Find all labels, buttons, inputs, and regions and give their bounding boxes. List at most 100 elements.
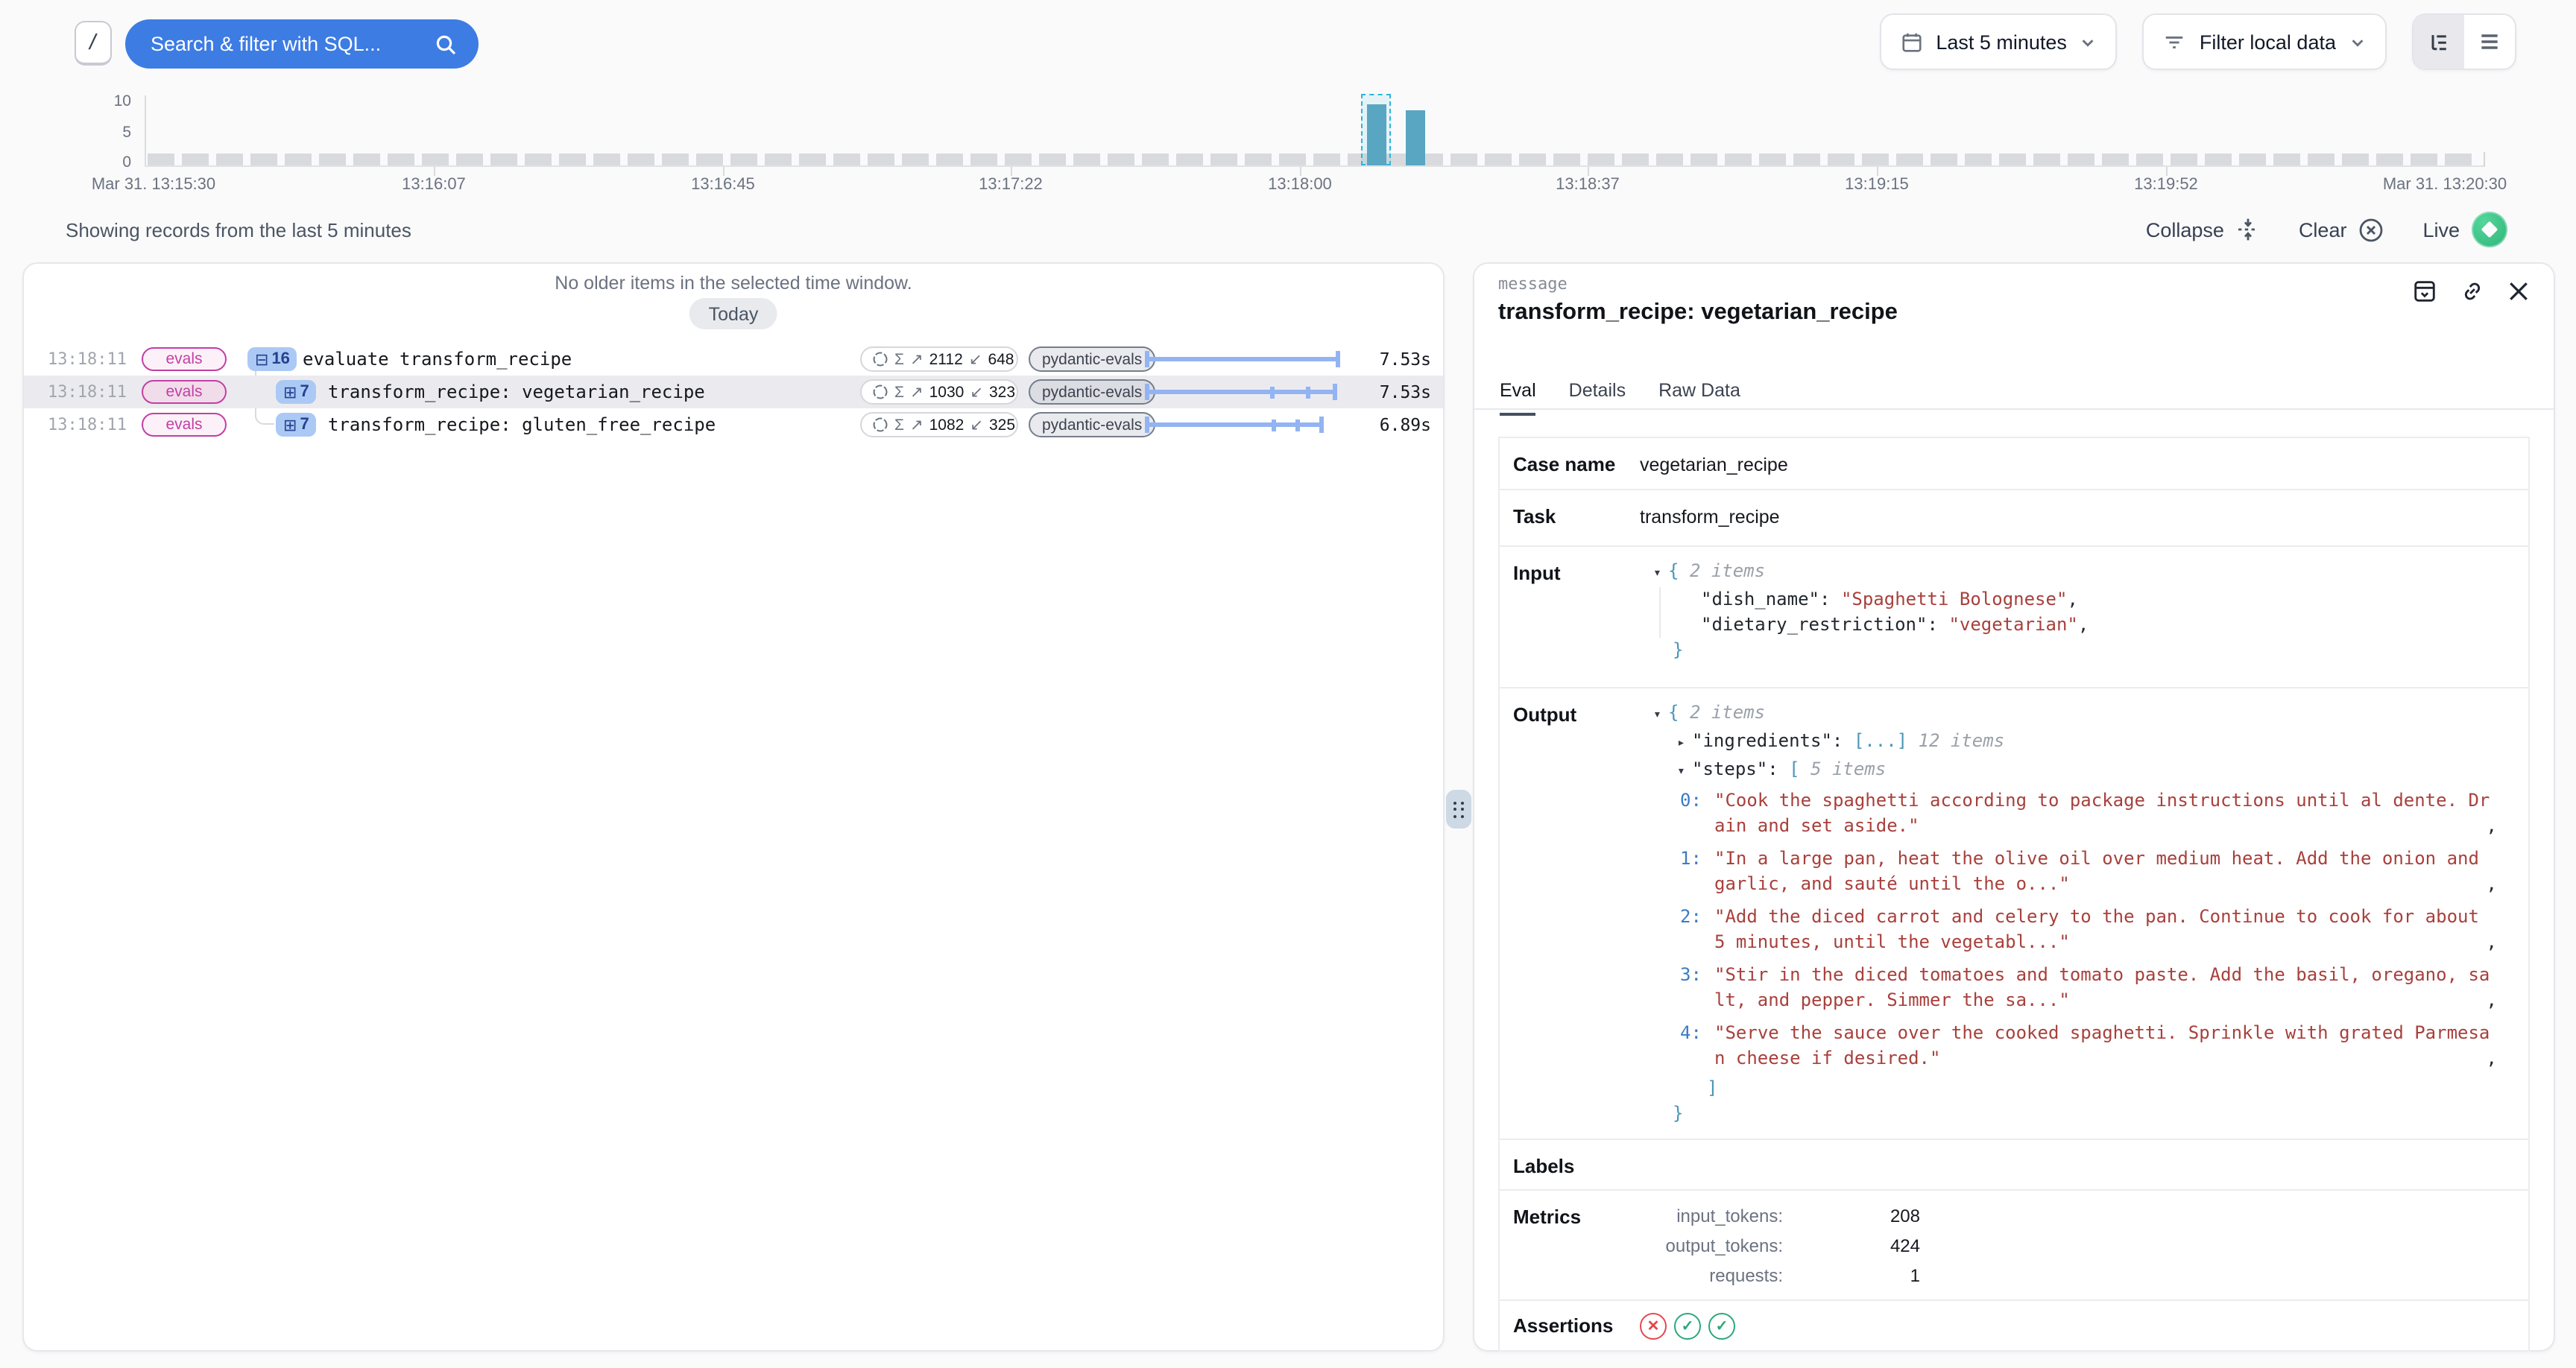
expand-chevron-icon[interactable]: ▸ <box>1677 732 1692 757</box>
assertions-row: Assertions ✕ ✓ ✓ <box>1500 1299 2528 1350</box>
span-kind-label: message <box>1498 274 1568 294</box>
view-mode-toggle <box>2412 13 2516 70</box>
assertions-label: Assertions <box>1513 1314 1613 1337</box>
slash-shortcut-keycap: / <box>75 21 112 66</box>
token-usage-pill: Σ ↗2112 ↙648 <box>860 346 1018 372</box>
chevron-down-icon <box>2080 34 2097 50</box>
duration-text: 7.53s <box>1380 349 1431 370</box>
close-icon[interactable] <box>2507 280 2530 303</box>
list-view-icon <box>2478 30 2501 54</box>
histogram-bar[interactable] <box>1367 104 1386 165</box>
y-tick-0: 0 <box>86 153 131 171</box>
assertion-pass-icon[interactable]: ✓ <box>1708 1313 1735 1340</box>
grip-dots-icon <box>1454 801 1464 817</box>
trace-row-selected[interactable]: 13:18:11 evals ⊞7 transform_recipe: vege… <box>24 376 1443 408</box>
span-count-badge[interactable]: ⊞7 <box>276 413 317 437</box>
sigma-icon: Σ <box>894 416 904 434</box>
coin-icon <box>872 351 888 367</box>
x-tick-label: 13:18:37 <box>1468 176 1707 194</box>
filter-local-data-dropdown[interactable]: Filter local data <box>2143 13 2387 70</box>
collapse-chevron-icon[interactable]: ▾ <box>1653 703 1668 729</box>
span-count-badge[interactable]: ⊞7 <box>276 380 317 404</box>
x-tick-label: 13:16:45 <box>604 176 842 194</box>
y-tick-10: 10 <box>86 92 131 110</box>
search-button-label: Search & filter with SQL... <box>151 33 434 55</box>
assertion-results: ✕ ✓ ✓ <box>1640 1313 1735 1340</box>
sigma-icon: Σ <box>894 383 904 401</box>
x-tick-mark <box>1877 167 1878 176</box>
copy-link-icon[interactable] <box>2460 279 2485 304</box>
duration-bar <box>1145 351 1342 367</box>
chevron-down-icon <box>2349 34 2366 50</box>
flat-list-toggle[interactable] <box>2464 15 2515 69</box>
service-badge[interactable]: evals <box>142 347 227 371</box>
time-range-dropdown[interactable]: Last 5 minutes <box>1879 13 2118 70</box>
collapse-chevron-icon[interactable]: ▾ <box>1677 760 1692 785</box>
input-label: Input <box>1513 562 1561 584</box>
x-tick-label: 13:16:07 <box>315 176 553 194</box>
x-tick-label: 13:19:15 <box>1758 176 1996 194</box>
sigma-icon: Σ <box>894 350 904 368</box>
tab-raw-data[interactable]: Raw Data <box>1658 380 1740 416</box>
open-in-drawer-icon[interactable] <box>2412 279 2437 304</box>
input-json-viewer: ▾{ 2 items dish_name: Spaghetti Bolognes… <box>1640 559 2516 663</box>
duration-text: 7.53s <box>1380 381 1431 402</box>
x-tick-mark <box>1300 167 1301 176</box>
live-status-icon <box>2472 212 2507 247</box>
assertion-pass-icon[interactable]: ✓ <box>1674 1313 1701 1340</box>
tabs-divider <box>1474 408 2554 410</box>
x-axis-line <box>145 165 2485 167</box>
collapse-button[interactable]: Collapse <box>2146 218 2260 241</box>
live-toggle[interactable]: Live <box>2422 212 2507 247</box>
metrics-list: input_tokens:208 output_tokens:424 reque… <box>1640 1203 1920 1291</box>
output-row: Output ▾{ 2 items ▸ingredients: [...] 12… <box>1500 687 2528 1139</box>
detail-tabs: Eval Details Raw Data <box>1500 380 1740 416</box>
coin-icon <box>872 417 888 433</box>
x-tick-label: 13:17:22 <box>891 176 1130 194</box>
case-name-value: vegetarian_recipe <box>1640 455 1788 475</box>
eval-detail-table: Case name vegetarian_recipe Task transfo… <box>1498 437 2530 1352</box>
step-item: 2:Add the diced carrot and celery to the… <box>1640 905 2497 955</box>
trace-row[interactable]: 13:18:11 evals ⊟16 evaluate transform_re… <box>24 343 1443 376</box>
expand-box-icon: ⊞ <box>283 382 297 402</box>
search-button[interactable]: Search & filter with SQL... <box>125 19 479 69</box>
step-item: 4:Serve the sauce over the cooked spaghe… <box>1640 1021 2497 1071</box>
x-tick-label: 13:18:00 <box>1181 176 1419 194</box>
collapse-chevron-icon[interactable]: ▾ <box>1653 562 1668 587</box>
span-name[interactable]: transform_recipe: gluten_free_recipe <box>328 414 716 435</box>
histogram-bar[interactable] <box>1406 110 1425 165</box>
span-count-badge[interactable]: ⊟16 <box>247 347 297 371</box>
duration-bar <box>1145 417 1342 433</box>
panel-resize-handle[interactable] <box>1446 790 1471 829</box>
collapse-vertical-icon <box>2236 218 2260 241</box>
task-row: Task transform_recipe <box>1500 489 2528 545</box>
scope-tag: pydantic-evals <box>1029 346 1155 372</box>
tab-eval[interactable]: Eval <box>1500 380 1536 416</box>
empty-window-notice: No older items in the selected time wind… <box>24 273 1443 294</box>
step-item: 3:Stir in the diced tomatoes and tomato … <box>1640 963 2497 1013</box>
scope-tag: pydantic-evals <box>1029 412 1155 437</box>
tree-view-toggle[interactable] <box>2414 15 2464 69</box>
output-json-viewer: ▾{ 2 items ▸ingredients: [...] 12 items … <box>1640 700 2516 1127</box>
service-badge[interactable]: evals <box>142 413 227 437</box>
labels-row: Labels <box>1500 1139 2528 1189</box>
scope-tag: pydantic-evals <box>1029 379 1155 405</box>
trace-list-panel: No older items in the selected time wind… <box>22 262 1445 1352</box>
coin-icon <box>872 384 888 400</box>
live-label: Live <box>2422 218 2460 241</box>
x-tick-mark <box>434 167 435 176</box>
trace-row[interactable]: 13:18:11 evals ⊞7 transform_recipe: glut… <box>24 408 1443 441</box>
search-icon <box>434 32 458 56</box>
input-row: Input ▾{ 2 items dish_name: Spaghetti Bo… <box>1500 545 2528 687</box>
clear-label: Clear <box>2299 218 2347 241</box>
span-name[interactable]: transform_recipe: vegetarian_recipe <box>328 381 705 402</box>
clear-button[interactable]: Clear <box>2299 217 2384 242</box>
span-name[interactable]: evaluate transform_recipe <box>303 349 572 370</box>
x-axis-end-notch <box>2484 152 2485 167</box>
service-badge[interactable]: evals <box>142 380 227 404</box>
token-usage-pill: Σ ↗1082 ↙325 <box>860 412 1018 437</box>
assertion-fail-icon[interactable]: ✕ <box>1640 1313 1667 1340</box>
tab-details[interactable]: Details <box>1569 380 1626 416</box>
collapse-box-icon: ⊟ <box>255 349 268 369</box>
detail-title: transform_recipe: vegetarian_recipe <box>1498 300 1898 326</box>
